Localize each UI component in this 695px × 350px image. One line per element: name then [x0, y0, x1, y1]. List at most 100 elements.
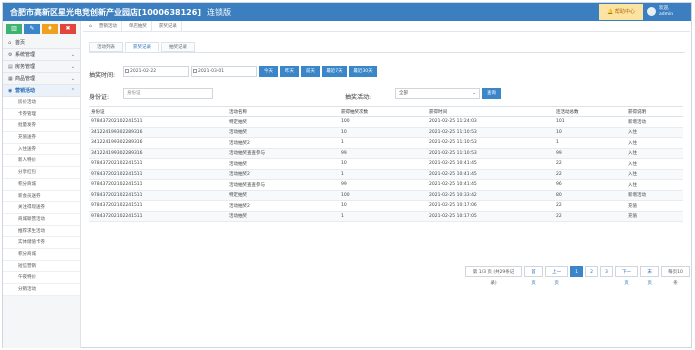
column-header[interactable]: 获得时间: [427, 106, 554, 117]
chevron-down-icon: ⌄: [472, 91, 476, 96]
table-cell: 978437202102241511: [89, 169, 227, 180]
bar-chart-icon[interactable]: ▥: [6, 24, 22, 34]
table-cell: 2021-02-25 11:24:03: [427, 116, 554, 128]
sidebar-item-rooms[interactable]: ▤ 房务管理 ⌄: [3, 61, 80, 73]
column-header[interactable]: 连活动总数: [554, 106, 626, 117]
breadcrumb: ⌂ 营销活动 单店抽奖 获奖记录: [83, 20, 690, 32]
submenu-item[interactable]: 分享红包: [3, 167, 80, 179]
submenu-item[interactable]: 推荐求生活动: [3, 225, 80, 238]
user-menu[interactable]: 欢迎, admin: [645, 4, 691, 20]
table-cell: 2021-02-25 10:41:45: [427, 158, 554, 170]
first-page-button[interactable]: 首页: [524, 266, 543, 286]
home-icon[interactable]: ⌂: [89, 21, 92, 32]
settings-icon[interactable]: ✖: [60, 24, 76, 34]
submenu-item[interactable]: 积分商城: [3, 248, 80, 261]
table-row: 978437202102241511 特定抽奖 100 2021-02-25 11:2…: [89, 116, 683, 128]
table-cell: 2021-02-25 11:10:53: [427, 148, 554, 159]
app-window: 合肥市高新区星光电竞创新产业园店[1000638126] 连锁版 🔔 帮助中心 欢…: [2, 2, 692, 348]
submenu-item[interactable]: 实体储值卡券: [3, 237, 80, 249]
start-date-input[interactable]: 2021-02-22: [123, 66, 189, 77]
table-cell: 101: [554, 116, 626, 128]
table-cell: 特定抽奖: [227, 190, 339, 201]
sidebar-item-system[interactable]: ⚙ 系统管理 ⌄: [3, 49, 80, 61]
activity-label: 抽奖活动:: [345, 94, 372, 101]
page-3-button[interactable]: 3: [600, 266, 613, 277]
table-cell: 22: [554, 211, 626, 222]
breadcrumb-item[interactable]: 营销活动: [95, 20, 122, 32]
submenu-item[interactable]: 批量发券: [3, 120, 80, 133]
table-cell: 活动抽奖: [227, 211, 339, 222]
table-cell: 充值: [626, 211, 683, 222]
table-cell: 341224199302289316: [89, 137, 227, 149]
submenu-item[interactable]: 短信营销: [3, 260, 80, 273]
table-cell: 入住: [626, 148, 683, 159]
edit-icon[interactable]: ✎: [24, 24, 40, 34]
page-2-button[interactable]: 2: [585, 266, 598, 277]
submenu-item[interactable]: 关注得现送券: [3, 202, 80, 214]
last-7-days-button[interactable]: 最近7天: [322, 66, 347, 77]
table-row: 978437202102241511 活动抽奖2 10 2021-02-25 10:1…: [89, 200, 683, 212]
submenu-item[interactable]: 新会员送券: [3, 190, 80, 203]
user-greeting: 欢迎, admin: [659, 6, 673, 18]
sidebar-item-home[interactable]: ⌂ 首页: [3, 37, 80, 49]
table-cell: 活动抽奖查查参与: [227, 179, 339, 191]
yesterday-button[interactable]: 昨天: [280, 66, 299, 77]
last-page-button[interactable]: 末页: [640, 266, 660, 286]
box-icon: ▦: [8, 76, 13, 82]
marketing-submenu: 房价活动 卡券管理 批量发券 充值送券 入住送券 新人特价 分享红包 积分商城 …: [3, 97, 80, 296]
table-body: 978437202102241511 特定抽奖 100 2021-02-25 11:2…: [89, 116, 683, 222]
tab-prize-records[interactable]: 获奖记录: [125, 42, 159, 52]
activity-select[interactable]: 全部 ⌄: [395, 88, 480, 99]
column-header[interactable]: 获得说明: [626, 106, 683, 117]
table-row: 341224199302289316 活动抽奖2 1 2021-02-25 11:10…: [89, 137, 683, 149]
id-number-input[interactable]: 身份证: [123, 88, 213, 99]
prev-page-button[interactable]: 上一页: [544, 266, 569, 286]
table-header-row: 身份证 活动名称 获得抽奖次数 获得时间 连活动总数 获得说明: [89, 106, 683, 117]
table-row: 978437202102241511 活动抽奖 10 2021-02-25 10:41…: [89, 158, 683, 170]
tab-draw-records[interactable]: 抽奖记录: [161, 42, 195, 52]
tab-divider: [89, 52, 685, 53]
start-date-value: 2021-02-22: [130, 69, 157, 74]
table-cell: 入住: [626, 158, 683, 170]
submenu-item[interactable]: 房价活动: [3, 97, 80, 109]
submenu-item[interactable]: 入住送券: [3, 143, 80, 156]
column-header[interactable]: 身份证: [89, 106, 227, 117]
tab-activity-list[interactable]: 活动列表: [89, 42, 123, 52]
column-header[interactable]: 获得抽奖次数: [339, 106, 427, 117]
calendar-icon: [125, 69, 129, 73]
submenu-item[interactable]: 商城联营活动: [3, 213, 80, 226]
page-1-button[interactable]: 1: [570, 266, 584, 277]
submenu-item[interactable]: 午夜特价: [3, 272, 80, 284]
page-size-select[interactable]: 每页10条: [661, 266, 690, 286]
search-button[interactable]: 查询: [482, 88, 501, 99]
shirt-icon[interactable]: ♦: [42, 24, 58, 34]
time-label: 抽奖时间:: [89, 72, 116, 79]
day-before-button[interactable]: 前天: [301, 66, 320, 77]
table-cell: 978437202102241511: [89, 116, 227, 128]
submenu-item[interactable]: 分销活动: [3, 284, 80, 296]
sidebar-item-goods[interactable]: ▦ 商品管理 ⌄: [3, 73, 80, 85]
table-cell: 96: [554, 179, 626, 191]
last-30-days-button[interactable]: 最近30天: [349, 66, 377, 77]
table-cell: 1: [339, 211, 427, 222]
home-icon: ⌂: [8, 40, 12, 46]
today-button[interactable]: 今天: [259, 66, 278, 77]
table-cell: 活动抽奖2: [227, 137, 339, 149]
end-date-input[interactable]: 2021-03-01: [191, 66, 257, 77]
sidebar-item-marketing[interactable]: ◉ 营销活动 ⌃: [3, 85, 80, 97]
store-name: 合肥市高新区星光电竞创新产业园店[1000638126]: [10, 8, 201, 17]
submenu-item[interactable]: 卡券管理: [3, 108, 80, 121]
help-center-button[interactable]: 🔔 帮助中心: [599, 4, 643, 20]
chevron-down-icon: ⌄: [70, 64, 75, 70]
breadcrumb-item[interactable]: 单店抽奖: [125, 20, 152, 32]
table-cell: 22: [554, 200, 626, 212]
column-header[interactable]: 活动名称: [227, 106, 339, 117]
submenu-item[interactable]: 充值送券: [3, 132, 80, 144]
next-page-button[interactable]: 下一页: [614, 266, 639, 286]
submenu-item[interactable]: 积分商城: [3, 178, 80, 191]
table-cell: 2021-02-25 10:41:45: [427, 179, 554, 191]
submenu-item[interactable]: 新人特价: [3, 155, 80, 168]
table-cell: 80: [554, 190, 626, 201]
table-cell: 2021-02-25 10:33:42: [427, 190, 554, 201]
table-row: 978437202102241511 活动抽奖2 1 2021-02-25 10:41…: [89, 169, 683, 180]
